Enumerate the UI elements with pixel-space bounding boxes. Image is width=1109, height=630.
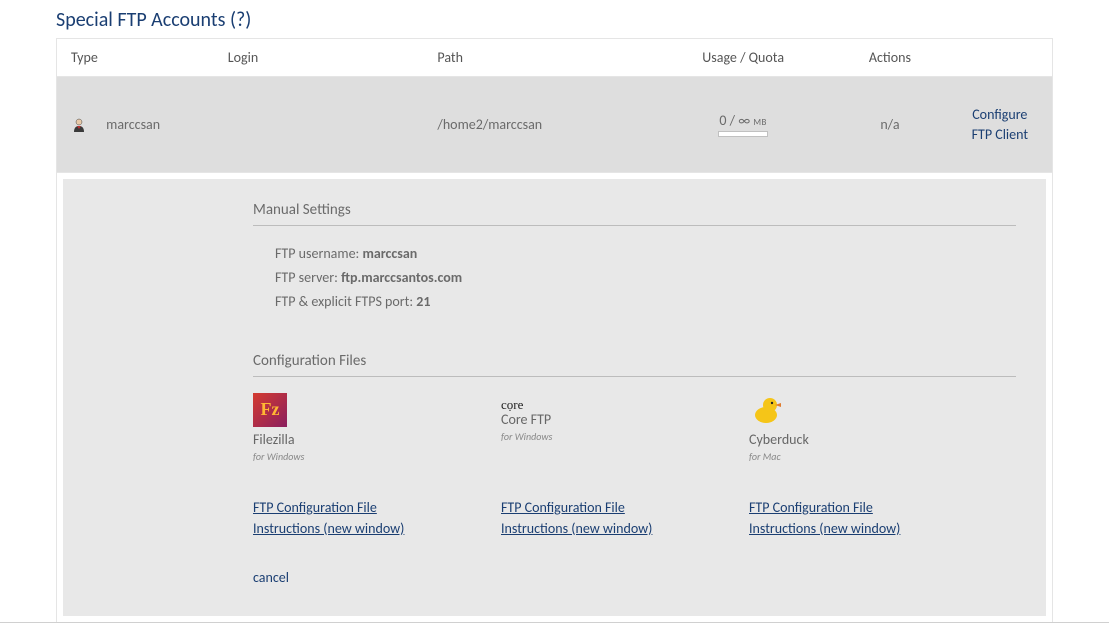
client-os: for Windows bbox=[501, 430, 691, 443]
accounts-table: Type Login Path Usage / Quota Actions bbox=[56, 38, 1053, 173]
ftp-server-value: ftp.marccsantos.com bbox=[341, 269, 462, 286]
section-title: Special FTP Accounts (?) bbox=[56, 0, 1053, 38]
link-line1: FTP Configuration File bbox=[749, 499, 873, 516]
ftp-port-label: FTP & explicit FTPS port: bbox=[275, 293, 416, 310]
client-coreftp: cọre Core FTP for Windows bbox=[501, 393, 691, 463]
configure-ftp-client-link[interactable]: Configure FTP Client bbox=[962, 105, 1038, 144]
client-links-row: FTP Configuration File Instructions (new… bbox=[253, 497, 1016, 539]
config-files-heading: Configuration Files bbox=[253, 352, 1016, 377]
col-path: Path bbox=[423, 39, 654, 77]
usage-cell: 0 / ∞ MB bbox=[668, 112, 818, 137]
client-name: Filezilla bbox=[253, 431, 443, 448]
usage-sep: / bbox=[726, 112, 738, 129]
cancel-link[interactable]: cancel bbox=[253, 569, 289, 586]
configure-details-panel: Manual Settings FTP username: marccsan F… bbox=[63, 179, 1046, 615]
configure-line2: FTP Client bbox=[972, 126, 1028, 143]
coreftp-icon: cọre bbox=[501, 393, 691, 411]
link-line2: Instructions (new window) bbox=[749, 520, 900, 537]
section-title-text: Special FTP Accounts bbox=[56, 8, 225, 32]
col-type: Type bbox=[57, 39, 214, 77]
user-icon bbox=[71, 117, 87, 133]
col-login: Login bbox=[214, 39, 424, 77]
help-icon[interactable]: (?) bbox=[230, 8, 251, 32]
usage-limit: ∞ bbox=[738, 112, 750, 129]
cyberduck-instructions-link[interactable]: FTP Configuration File Instructions (new… bbox=[749, 497, 939, 539]
filezilla-instructions-link[interactable]: FTP Configuration File Instructions (new… bbox=[253, 497, 443, 539]
manual-settings-list: FTP username: marccsan FTP server: ftp.m… bbox=[253, 242, 1016, 313]
link-line2: Instructions (new window) bbox=[501, 520, 652, 537]
client-os: for Mac bbox=[749, 450, 939, 463]
actions-value: n/a bbox=[832, 77, 947, 173]
filezilla-icon bbox=[253, 393, 287, 427]
client-name: Cyberduck bbox=[749, 431, 939, 448]
ftp-username-value: marccsan bbox=[362, 245, 417, 262]
usage-bar bbox=[718, 131, 768, 137]
client-filezilla: Filezilla for Windows bbox=[253, 393, 443, 463]
client-cyberduck: Cyberduck for Mac bbox=[749, 393, 939, 463]
link-line2: Instructions (new window) bbox=[253, 520, 404, 537]
client-os: for Windows bbox=[253, 450, 443, 463]
manual-settings-heading: Manual Settings bbox=[253, 201, 1016, 226]
client-name: Core FTP bbox=[501, 411, 691, 428]
login-value: marccsan bbox=[106, 116, 160, 133]
table-row: marccsan /home2/marccsan 0 / ∞ MB n/a bbox=[57, 77, 1053, 173]
cyberduck-icon bbox=[749, 393, 783, 427]
coreftp-instructions-link[interactable]: FTP Configuration File Instructions (new… bbox=[501, 497, 691, 539]
col-actions: Actions bbox=[832, 39, 947, 77]
col-usage: Usage / Quota bbox=[654, 39, 832, 77]
ftp-username-label: FTP username: bbox=[275, 245, 362, 262]
path-value: /home2/marccsan bbox=[423, 77, 654, 173]
usage-unit: MB bbox=[753, 117, 767, 128]
configure-line1: Configure bbox=[972, 106, 1027, 123]
link-line1: FTP Configuration File bbox=[253, 499, 377, 516]
ftp-server-label: FTP server: bbox=[275, 269, 341, 286]
link-line1: FTP Configuration File bbox=[501, 499, 625, 516]
clients-row: Filezilla for Windows cọre Core FTP for … bbox=[253, 393, 1016, 463]
ftp-port-value: 21 bbox=[416, 293, 430, 310]
